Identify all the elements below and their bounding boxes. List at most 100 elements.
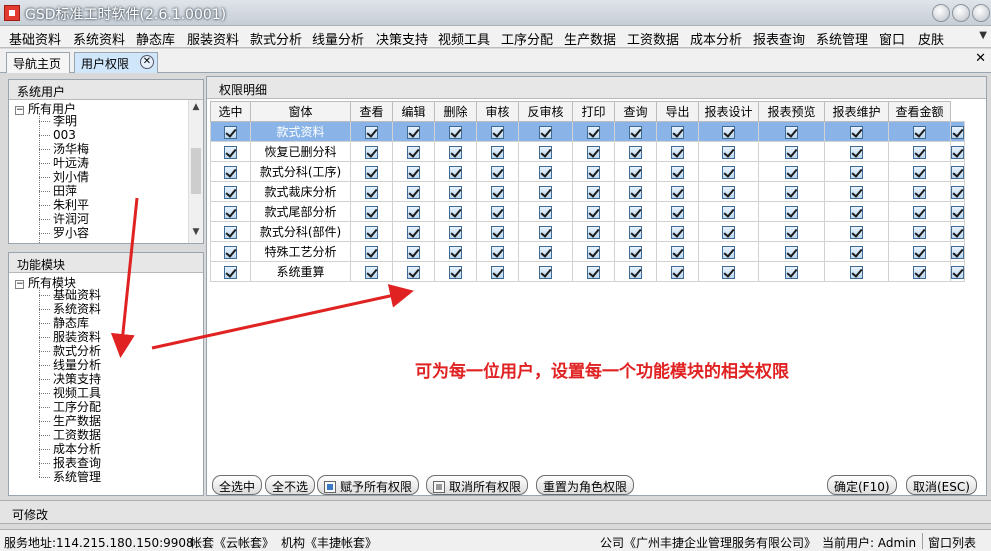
permission-cell[interactable] <box>434 201 477 222</box>
permission-cell[interactable] <box>888 201 951 222</box>
module-item[interactable]: 系统资料 <box>38 302 101 316</box>
permission-cell[interactable] <box>392 121 435 142</box>
permission-cell[interactable] <box>698 241 759 262</box>
permission-checkbox[interactable] <box>722 225 735 239</box>
permission-checkbox[interactable] <box>629 125 642 139</box>
permission-checkbox[interactable] <box>785 185 798 199</box>
permission-cell[interactable] <box>476 161 519 182</box>
permission-checkbox[interactable] <box>407 245 420 259</box>
permission-checkbox[interactable] <box>407 125 420 139</box>
permission-checkbox[interactable] <box>491 245 504 259</box>
minimize-button[interactable] <box>932 4 950 22</box>
module-item[interactable]: 视频工具 <box>38 386 101 400</box>
select-checkbox[interactable] <box>224 225 237 239</box>
permission-cell[interactable] <box>614 221 657 242</box>
permission-checkbox[interactable] <box>722 265 735 279</box>
menu-item[interactable]: 生产数据 <box>564 29 616 48</box>
permission-checkbox[interactable] <box>587 165 600 179</box>
permission-cell[interactable] <box>518 261 573 282</box>
permission-checkbox[interactable] <box>407 265 420 279</box>
permission-checkbox[interactable] <box>539 185 552 199</box>
select-cell[interactable] <box>210 261 251 282</box>
permission-cell[interactable] <box>888 121 951 142</box>
permission-checkbox[interactable] <box>587 205 600 219</box>
permission-checkbox[interactable] <box>722 205 735 219</box>
module-item[interactable]: 线量分析 <box>38 358 101 372</box>
permission-cell[interactable] <box>698 261 759 282</box>
permission-checkbox[interactable] <box>491 205 504 219</box>
menu-item[interactable]: 报表查询 <box>753 29 805 48</box>
permission-checkbox[interactable] <box>629 205 642 219</box>
permission-cell[interactable] <box>572 221 615 242</box>
permission-checkbox[interactable] <box>407 205 420 219</box>
permission-cell[interactable] <box>572 241 615 262</box>
permission-cell[interactable] <box>572 201 615 222</box>
column-header[interactable]: 报表预览 <box>758 101 825 122</box>
column-header[interactable]: 查询 <box>614 101 657 122</box>
permission-cell[interactable] <box>350 141 393 162</box>
permission-checkbox[interactable] <box>407 185 420 199</box>
permission-cell[interactable] <box>888 241 951 262</box>
permission-cell[interactable] <box>518 241 573 262</box>
permission-cell[interactable] <box>698 121 759 142</box>
permission-checkbox[interactable] <box>785 205 798 219</box>
column-header[interactable]: 查看金额 <box>888 101 951 122</box>
permission-checkbox[interactable] <box>365 225 378 239</box>
permission-cell[interactable] <box>656 181 699 202</box>
permission-cell[interactable] <box>950 261 965 282</box>
select-checkbox[interactable] <box>224 125 237 139</box>
select-checkbox[interactable] <box>224 245 237 259</box>
permission-cell[interactable] <box>824 201 889 222</box>
permission-cell[interactable] <box>350 221 393 242</box>
permission-checkbox[interactable] <box>785 145 798 159</box>
column-header[interactable]: 反审核 <box>518 101 573 122</box>
permission-cell[interactable] <box>758 241 825 262</box>
permission-cell[interactable] <box>614 241 657 262</box>
permission-cell[interactable] <box>614 181 657 202</box>
menu-item[interactable]: 皮肤 <box>918 29 944 48</box>
module-item[interactable]: 成本分析 <box>38 442 101 456</box>
permission-checkbox[interactable] <box>785 125 798 139</box>
column-header[interactable]: 导出 <box>656 101 699 122</box>
permission-checkbox[interactable] <box>365 245 378 259</box>
permission-checkbox[interactable] <box>951 205 964 219</box>
permission-checkbox[interactable] <box>629 185 642 199</box>
select-checkbox[interactable] <box>224 185 237 199</box>
permission-checkbox[interactable] <box>539 245 552 259</box>
permission-cell[interactable] <box>698 161 759 182</box>
permission-checkbox[interactable] <box>629 265 642 279</box>
permission-checkbox[interactable] <box>491 265 504 279</box>
permission-checkbox[interactable] <box>629 165 642 179</box>
permission-cell[interactable] <box>434 121 477 142</box>
permission-checkbox[interactable] <box>449 145 462 159</box>
permission-checkbox[interactable] <box>850 165 863 179</box>
permission-checkbox[interactable] <box>850 225 863 239</box>
permission-cell[interactable] <box>572 261 615 282</box>
permission-checkbox[interactable] <box>722 165 735 179</box>
permission-cell[interactable] <box>518 141 573 162</box>
permission-checkbox[interactable] <box>539 225 552 239</box>
menu-item[interactable]: 系统资料 <box>73 29 125 48</box>
select-none-button[interactable]: 全不选 <box>265 475 316 495</box>
permission-cell[interactable] <box>476 221 519 242</box>
permission-checkbox[interactable] <box>539 165 552 179</box>
permission-checkbox[interactable] <box>913 245 926 259</box>
permission-checkbox[interactable] <box>951 165 964 179</box>
module-item[interactable]: 生产数据 <box>38 414 101 428</box>
menu-item[interactable]: 决策支持 <box>376 29 428 48</box>
permission-cell[interactable] <box>950 181 965 202</box>
permission-checkbox[interactable] <box>913 145 926 159</box>
permission-checkbox[interactable] <box>913 225 926 239</box>
permission-cell[interactable] <box>758 201 825 222</box>
permission-checkbox[interactable] <box>365 205 378 219</box>
permission-cell[interactable] <box>614 261 657 282</box>
column-header[interactable]: 查看 <box>350 101 393 122</box>
revoke-all-button[interactable]: 取消所有权限 <box>426 475 529 495</box>
permission-cell[interactable] <box>656 141 699 162</box>
permission-checkbox[interactable] <box>491 185 504 199</box>
permission-checkbox[interactable] <box>850 205 863 219</box>
permission-cell[interactable] <box>656 121 699 142</box>
permission-cell[interactable] <box>824 181 889 202</box>
permission-checkbox[interactable] <box>951 265 964 279</box>
collapse-icon[interactable]: − <box>15 106 24 115</box>
